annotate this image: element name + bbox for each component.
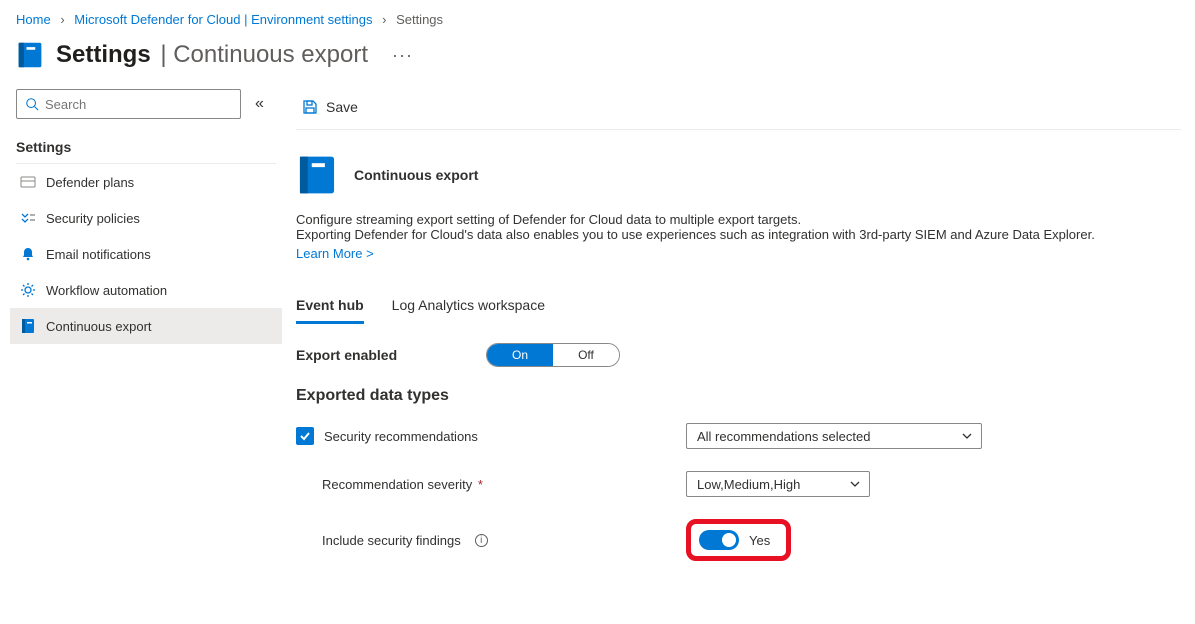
tab-log-analytics[interactable]: Log Analytics workspace: [392, 291, 545, 324]
check-icon: [299, 430, 311, 442]
recommendation-severity-label: Recommendation severity *: [322, 477, 483, 492]
export-enabled-toggle[interactable]: On Off: [486, 343, 620, 367]
recommendations-dropdown[interactable]: All recommendations selected: [686, 423, 982, 449]
continuous-export-icon: [296, 154, 338, 196]
highlight-annotation: Yes: [686, 519, 791, 561]
search-icon: [25, 97, 39, 111]
search-input-wrap[interactable]: [16, 89, 241, 119]
breadcrumb-sep: ›: [60, 12, 64, 27]
tab-event-hub[interactable]: Event hub: [296, 291, 364, 324]
section-description: Configure streaming export setting of De…: [296, 212, 1181, 261]
sidebar-item-email-notifications[interactable]: Email notifications: [10, 236, 282, 272]
tabs: Event hub Log Analytics workspace: [296, 291, 1181, 325]
section-title: Continuous export: [354, 167, 478, 183]
save-icon: [302, 99, 318, 115]
sidebar-item-workflow-automation[interactable]: Workflow automation: [10, 272, 282, 308]
sidebar: « Settings Defender plans Security polic…: [0, 89, 282, 344]
description-line-2: Exporting Defender for Cloud's data also…: [296, 227, 1181, 242]
save-label: Save: [326, 99, 358, 115]
security-recommendations-label: Security recommendations: [324, 429, 478, 444]
page-header: Settings | Continuous export ···: [0, 35, 1195, 89]
section-header: Continuous export: [296, 154, 1181, 196]
sidebar-heading: Settings: [10, 133, 282, 163]
include-findings-value: Yes: [749, 533, 770, 548]
sidebar-item-label: Workflow automation: [46, 283, 167, 298]
sidebar-item-label: Security policies: [46, 211, 140, 226]
info-icon[interactable]: i: [475, 534, 488, 547]
more-actions-button[interactable]: ···: [392, 45, 413, 66]
collapse-sidebar-button[interactable]: «: [255, 95, 264, 113]
dropdown-value: Low,Medium,High: [697, 477, 800, 492]
description-line-1: Configure streaming export setting of De…: [296, 212, 1181, 227]
bell-icon: [20, 246, 36, 262]
include-findings-switch[interactable]: [699, 530, 739, 550]
exported-data-types-heading: Exported data types: [296, 387, 1181, 405]
severity-dropdown[interactable]: Low,Medium,High: [686, 471, 870, 497]
sidebar-item-defender-plans[interactable]: Defender plans: [10, 164, 282, 200]
sidebar-item-label: Defender plans: [46, 175, 134, 190]
dropdown-value: All recommendations selected: [697, 429, 870, 444]
search-input[interactable]: [45, 97, 232, 112]
breadcrumb-current[interactable]: Settings: [396, 12, 443, 27]
include-security-findings-label: Include security findings: [322, 533, 461, 548]
sidebar-item-continuous-export[interactable]: Continuous export: [10, 308, 282, 344]
toggle-off[interactable]: Off: [553, 344, 619, 366]
page-title: Settings: [56, 41, 151, 68]
toolbar: Save: [296, 89, 1181, 130]
sidebar-item-security-policies[interactable]: Security policies: [10, 200, 282, 236]
sidebar-item-label: Email notifications: [46, 247, 151, 262]
breadcrumb: Home › Microsoft Defender for Cloud | En…: [0, 0, 1195, 35]
breadcrumb-defender[interactable]: Microsoft Defender for Cloud | Environme…: [74, 12, 372, 27]
export-enabled-label: Export enabled: [296, 347, 486, 363]
chevron-down-icon: [849, 478, 861, 490]
security-policies-icon: [20, 210, 36, 226]
gear-icon: [20, 282, 36, 298]
security-recommendations-checkbox[interactable]: [296, 427, 314, 445]
defender-plans-icon: [20, 174, 36, 190]
save-button[interactable]: Save: [296, 95, 364, 119]
book-icon: [20, 318, 36, 334]
toggle-on[interactable]: On: [487, 344, 553, 366]
learn-more-link[interactable]: Learn More >: [296, 246, 374, 261]
required-star: *: [474, 477, 483, 492]
breadcrumb-home[interactable]: Home: [16, 12, 51, 27]
sidebar-item-label: Continuous export: [46, 319, 152, 334]
chevron-down-icon: [961, 430, 973, 442]
page-subtitle: | Continuous export: [160, 41, 368, 68]
breadcrumb-sep: ›: [382, 12, 386, 27]
settings-book-icon: [16, 41, 44, 69]
main-content: Save Continuous export Configure streami…: [282, 89, 1195, 583]
